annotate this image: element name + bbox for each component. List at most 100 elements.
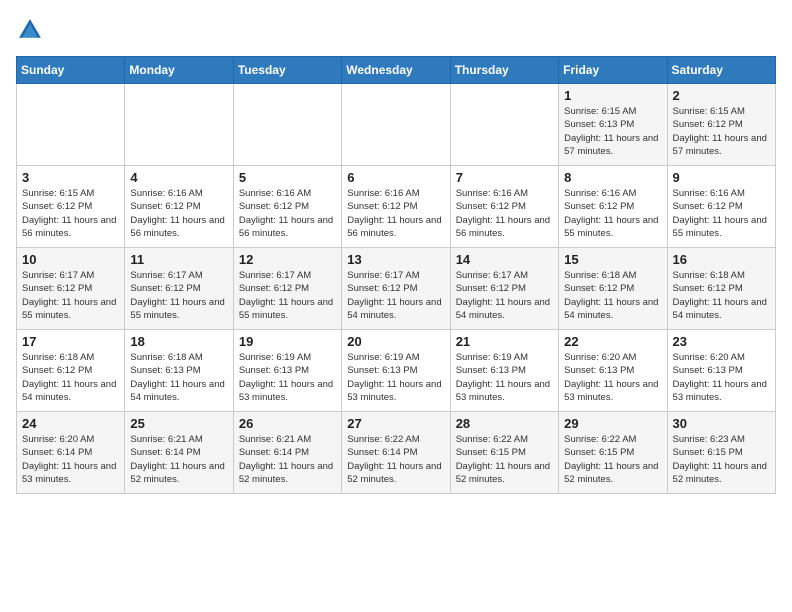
- day-number: 17: [22, 334, 119, 349]
- day-number: 5: [239, 170, 336, 185]
- page-header: [16, 16, 776, 44]
- calendar-cell: 28 Sunrise: 6:22 AM Sunset: 6:15 PM Dayli…: [450, 412, 558, 494]
- calendar-cell: 15 Sunrise: 6:18 AM Sunset: 6:12 PM Dayli…: [559, 248, 667, 330]
- calendar-cell: 3 Sunrise: 6:15 AM Sunset: 6:12 PM Daylig…: [17, 166, 125, 248]
- calendar-cell: 6 Sunrise: 6:16 AM Sunset: 6:12 PM Daylig…: [342, 166, 450, 248]
- day-info: Sunrise: 6:16 AM Sunset: 6:12 PM Dayligh…: [564, 187, 661, 240]
- calendar-table: SundayMondayTuesdayWednesdayThursdayFrid…: [16, 56, 776, 494]
- calendar-cell: 9 Sunrise: 6:16 AM Sunset: 6:12 PM Daylig…: [667, 166, 775, 248]
- col-header-monday: Monday: [125, 57, 233, 84]
- calendar-cell: 18 Sunrise: 6:18 AM Sunset: 6:13 PM Dayli…: [125, 330, 233, 412]
- day-number: 11: [130, 252, 227, 267]
- week-row-2: 3 Sunrise: 6:15 AM Sunset: 6:12 PM Daylig…: [17, 166, 776, 248]
- day-number: 7: [456, 170, 553, 185]
- col-header-saturday: Saturday: [667, 57, 775, 84]
- day-info: Sunrise: 6:19 AM Sunset: 6:13 PM Dayligh…: [456, 351, 553, 404]
- calendar-cell: 16Sunrise: 6:18 AM Sunset: 6:12 PM Dayli…: [667, 248, 775, 330]
- day-number: 12: [239, 252, 336, 267]
- calendar-cell: 13 Sunrise: 6:17 AM Sunset: 6:12 PM Dayli…: [342, 248, 450, 330]
- day-info: Sunrise: 6:16 AM Sunset: 6:12 PM Dayligh…: [130, 187, 227, 240]
- day-number: 22: [564, 334, 661, 349]
- calendar-cell: 12 Sunrise: 6:17 AM Sunset: 6:12 PM Dayli…: [233, 248, 341, 330]
- day-info: Sunrise: 6:15 AM Sunset: 6:12 PM Dayligh…: [673, 105, 770, 158]
- col-header-thursday: Thursday: [450, 57, 558, 84]
- calendar-cell: 11 Sunrise: 6:17 AM Sunset: 6:12 PM Dayli…: [125, 248, 233, 330]
- day-info: Sunrise: 6:18 AM Sunset: 6:12 PM Dayligh…: [564, 269, 661, 322]
- day-number: 4: [130, 170, 227, 185]
- calendar-cell: 7 Sunrise: 6:16 AM Sunset: 6:12 PM Daylig…: [450, 166, 558, 248]
- calendar-cell: 26 Sunrise: 6:21 AM Sunset: 6:14 PM Dayli…: [233, 412, 341, 494]
- day-info: Sunrise: 6:18 AM Sunset: 6:13 PM Dayligh…: [130, 351, 227, 404]
- day-number: 14: [456, 252, 553, 267]
- calendar-cell: 19 Sunrise: 6:19 AM Sunset: 6:13 PM Dayli…: [233, 330, 341, 412]
- day-number: 10: [22, 252, 119, 267]
- calendar-cell: 1 Sunrise: 6:15 AM Sunset: 6:13 PM Daylig…: [559, 84, 667, 166]
- day-number: 9: [673, 170, 770, 185]
- day-info: Sunrise: 6:15 AM Sunset: 6:12 PM Dayligh…: [22, 187, 119, 240]
- calendar-cell: 21Sunrise: 6:19 AM Sunset: 6:13 PM Dayli…: [450, 330, 558, 412]
- calendar-cell: 25 Sunrise: 6:21 AM Sunset: 6:14 PM Dayli…: [125, 412, 233, 494]
- day-number: 30: [673, 416, 770, 431]
- day-info: Sunrise: 6:20 AM Sunset: 6:13 PM Dayligh…: [673, 351, 770, 404]
- day-info: Sunrise: 6:15 AM Sunset: 6:13 PM Dayligh…: [564, 105, 661, 158]
- day-number: 27: [347, 416, 444, 431]
- day-number: 18: [130, 334, 227, 349]
- day-number: 24: [22, 416, 119, 431]
- logo-icon: [16, 16, 44, 44]
- day-info: Sunrise: 6:16 AM Sunset: 6:12 PM Dayligh…: [239, 187, 336, 240]
- calendar-cell: 27Sunrise: 6:22 AM Sunset: 6:14 PM Dayli…: [342, 412, 450, 494]
- calendar-cell: 5 Sunrise: 6:16 AM Sunset: 6:12 PM Daylig…: [233, 166, 341, 248]
- day-number: 28: [456, 416, 553, 431]
- day-info: Sunrise: 6:17 AM Sunset: 6:12 PM Dayligh…: [347, 269, 444, 322]
- col-header-wednesday: Wednesday: [342, 57, 450, 84]
- day-info: Sunrise: 6:18 AM Sunset: 6:12 PM Dayligh…: [22, 351, 119, 404]
- day-info: Sunrise: 6:16 AM Sunset: 6:12 PM Dayligh…: [456, 187, 553, 240]
- calendar-cell: 22 Sunrise: 6:20 AM Sunset: 6:13 PM Dayli…: [559, 330, 667, 412]
- day-number: 15: [564, 252, 661, 267]
- week-row-5: 24 Sunrise: 6:20 AM Sunset: 6:14 PM Dayli…: [17, 412, 776, 494]
- calendar-cell: [233, 84, 341, 166]
- calendar-cell: 8Sunrise: 6:16 AM Sunset: 6:12 PM Daylig…: [559, 166, 667, 248]
- logo: [16, 16, 48, 44]
- calendar-cell: 29 Sunrise: 6:22 AM Sunset: 6:15 PM Dayli…: [559, 412, 667, 494]
- day-info: Sunrise: 6:18 AM Sunset: 6:12 PM Dayligh…: [673, 269, 770, 322]
- week-row-1: 1 Sunrise: 6:15 AM Sunset: 6:13 PM Daylig…: [17, 84, 776, 166]
- col-header-tuesday: Tuesday: [233, 57, 341, 84]
- day-number: 29: [564, 416, 661, 431]
- day-info: Sunrise: 6:21 AM Sunset: 6:14 PM Dayligh…: [130, 433, 227, 486]
- day-info: Sunrise: 6:20 AM Sunset: 6:13 PM Dayligh…: [564, 351, 661, 404]
- calendar-cell: 24 Sunrise: 6:20 AM Sunset: 6:14 PM Dayli…: [17, 412, 125, 494]
- day-number: 6: [347, 170, 444, 185]
- day-info: Sunrise: 6:17 AM Sunset: 6:12 PM Dayligh…: [239, 269, 336, 322]
- day-info: Sunrise: 6:17 AM Sunset: 6:12 PM Dayligh…: [22, 269, 119, 322]
- day-number: 26: [239, 416, 336, 431]
- day-info: Sunrise: 6:21 AM Sunset: 6:14 PM Dayligh…: [239, 433, 336, 486]
- calendar-cell: [342, 84, 450, 166]
- day-info: Sunrise: 6:16 AM Sunset: 6:12 PM Dayligh…: [673, 187, 770, 240]
- calendar-cell: 20Sunrise: 6:19 AM Sunset: 6:13 PM Dayli…: [342, 330, 450, 412]
- calendar-cell: 2 Sunrise: 6:15 AM Sunset: 6:12 PM Daylig…: [667, 84, 775, 166]
- week-row-3: 10 Sunrise: 6:17 AM Sunset: 6:12 PM Dayli…: [17, 248, 776, 330]
- calendar-cell: 10 Sunrise: 6:17 AM Sunset: 6:12 PM Dayli…: [17, 248, 125, 330]
- day-number: 19: [239, 334, 336, 349]
- day-number: 2: [673, 88, 770, 103]
- day-info: Sunrise: 6:23 AM Sunset: 6:15 PM Dayligh…: [673, 433, 770, 486]
- calendar-cell: 23 Sunrise: 6:20 AM Sunset: 6:13 PM Dayli…: [667, 330, 775, 412]
- day-number: 23: [673, 334, 770, 349]
- col-header-friday: Friday: [559, 57, 667, 84]
- calendar-cell: 17 Sunrise: 6:18 AM Sunset: 6:12 PM Dayli…: [17, 330, 125, 412]
- calendar-cell: 4 Sunrise: 6:16 AM Sunset: 6:12 PM Daylig…: [125, 166, 233, 248]
- day-info: Sunrise: 6:16 AM Sunset: 6:12 PM Dayligh…: [347, 187, 444, 240]
- day-info: Sunrise: 6:22 AM Sunset: 6:15 PM Dayligh…: [564, 433, 661, 486]
- day-number: 3: [22, 170, 119, 185]
- day-number: 13: [347, 252, 444, 267]
- day-info: Sunrise: 6:19 AM Sunset: 6:13 PM Dayligh…: [239, 351, 336, 404]
- calendar-cell: [17, 84, 125, 166]
- day-info: Sunrise: 6:17 AM Sunset: 6:12 PM Dayligh…: [130, 269, 227, 322]
- day-number: 25: [130, 416, 227, 431]
- day-number: 1: [564, 88, 661, 103]
- day-info: Sunrise: 6:22 AM Sunset: 6:15 PM Dayligh…: [456, 433, 553, 486]
- day-info: Sunrise: 6:19 AM Sunset: 6:13 PM Dayligh…: [347, 351, 444, 404]
- day-info: Sunrise: 6:20 AM Sunset: 6:14 PM Dayligh…: [22, 433, 119, 486]
- week-row-4: 17 Sunrise: 6:18 AM Sunset: 6:12 PM Dayli…: [17, 330, 776, 412]
